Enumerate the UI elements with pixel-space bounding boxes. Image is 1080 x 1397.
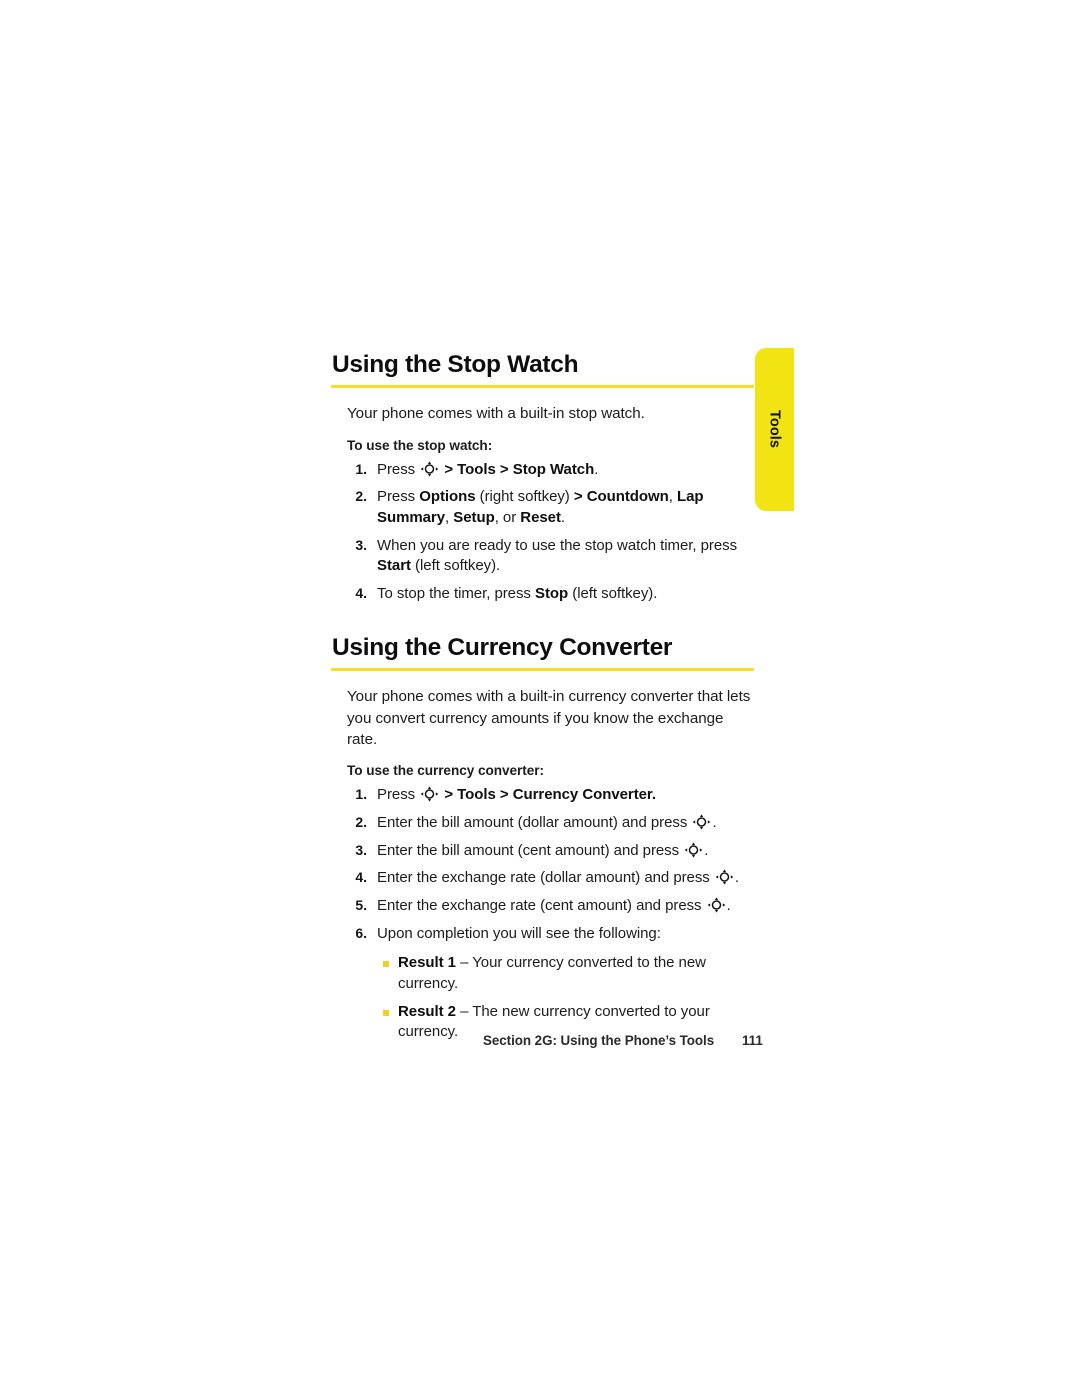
body-text: Press <box>377 786 420 804</box>
section-body: Your phone comes with a built-in currenc… <box>331 671 755 1043</box>
body-text: (left softkey). <box>410 557 501 575</box>
emphasis-text: Stop <box>535 585 569 603</box>
navigation-key-icon <box>715 869 734 885</box>
body-text: (right softkey) <box>475 488 574 506</box>
page-footer: Section 2G: Using the Phone’s Tools 111 <box>483 1033 783 1048</box>
procedure-step-list: 1. Press > Tools > Stop Watch. 2. Press Opt… <box>347 453 755 605</box>
navigation-key-icon <box>684 841 703 858</box>
body-text: When you are ready to use the stop watch… <box>377 536 738 554</box>
section-body: Your phone comes with a built-in stop wa… <box>331 388 755 604</box>
footer-page-number: 111 <box>742 1033 763 1048</box>
navigation-key-icon <box>707 897 726 913</box>
procedure-step: 2. Press Options (right softkey) > Countd… <box>347 487 755 528</box>
body-text: , <box>668 488 677 506</box>
result-bullet-item: Result 1 – Your currency converted to th… <box>377 953 755 994</box>
emphasis-text: Start <box>377 557 411 575</box>
step-number: 1. <box>355 460 367 477</box>
step-number: 6. <box>355 924 367 941</box>
body-text: . <box>560 509 566 527</box>
footer-section-label: Section 2G: Using the Phone’s Tools <box>483 1033 715 1048</box>
emphasis-text: Options <box>419 488 476 506</box>
body-text: , or <box>494 509 521 527</box>
body-text: . <box>726 896 731 914</box>
procedure-step: 5. Enter the exchange rate (cent amount) … <box>347 896 755 917</box>
body-text: Upon completion you will see the followi… <box>377 924 661 942</box>
section-tab-label: Tools <box>766 410 783 449</box>
emphasis-text: > Tools > Stop Watch <box>440 460 595 478</box>
procedure-step: 3. When you are ready to use the stop wat… <box>347 536 755 577</box>
emphasis-text: Reset <box>520 509 561 527</box>
emphasis-text: > Tools > Currency Converter. <box>440 786 657 804</box>
emphasis-text: Result 2 <box>398 1002 456 1020</box>
step-number: 2. <box>355 488 367 505</box>
step-number: 4. <box>355 869 367 886</box>
navigation-key-icon <box>692 814 711 830</box>
section-intro-paragraph: Your phone comes with a built-in stop wa… <box>347 405 645 423</box>
procedure-step: 4. To stop the timer, press Stop (left so… <box>347 584 755 605</box>
body-text: . <box>704 841 709 859</box>
navigation-key-icon <box>420 461 439 477</box>
body-text: . <box>734 869 739 887</box>
procedure-step: 1. Press > Tools > Currency Converter. <box>347 785 755 806</box>
step-number: 1. <box>355 786 367 803</box>
emphasis-text: Setup <box>453 509 495 527</box>
square-bullet-icon <box>383 1009 389 1016</box>
manual-section: Using the Stop Watch Your phone comes wit… <box>331 351 755 605</box>
body-text: Press <box>377 488 420 506</box>
body-text: Enter the bill amount (cent amount) and … <box>377 841 684 859</box>
step-number: 2. <box>355 813 367 830</box>
result-bullet-list: Result 1 – Your currency converted to th… <box>347 944 755 1043</box>
procedure-step: 2. Enter the bill amount (dollar amount) … <box>347 813 755 834</box>
step-number: 4. <box>355 585 367 602</box>
section-heading: Using the Stop Watch <box>332 351 579 378</box>
navigation-key-icon <box>420 786 439 802</box>
procedure-step: 1. Press > Tools > Stop Watch. <box>347 460 755 481</box>
body-text: . <box>712 813 717 831</box>
emphasis-text: Result 1 <box>398 954 456 972</box>
page-content: Using the Stop Watch Your phone comes wit… <box>331 351 755 1043</box>
step-number: 5. <box>355 896 367 913</box>
manual-section: Using the Currency Converter Your phone c… <box>331 605 755 1043</box>
procedure-step: 6. Upon completion you will see the follo… <box>347 924 755 945</box>
body-text: Press <box>377 460 420 478</box>
body-text: (left softkey). <box>568 585 658 603</box>
body-text: Enter the exchange rate (cent amount) an… <box>377 896 706 914</box>
section-thumb-tab: Tools <box>755 348 794 511</box>
emphasis-text: > Countdown <box>573 488 669 506</box>
section-heading: Using the Currency Converter <box>332 633 673 661</box>
section-intro-paragraph: Your phone comes with a built-in currenc… <box>347 688 751 748</box>
step-number: 3. <box>355 841 367 858</box>
procedure-step: 3. Enter the bill amount (cent amount) an… <box>347 841 755 862</box>
body-text: Enter the exchange rate (dollar amount) … <box>377 869 714 887</box>
body-text: To stop the timer, press <box>377 585 535 603</box>
procedure-step-list: 1. Press > Tools > Currency Converter. 2. E… <box>347 778 755 944</box>
step-number: 3. <box>355 536 367 553</box>
procedure-lead-in: To use the currency converter: <box>347 763 544 779</box>
body-text: . <box>594 460 599 478</box>
procedure-step: 4. Enter the exchange rate (dollar amount… <box>347 868 755 889</box>
body-text: Enter the bill amount (dollar amount) an… <box>377 813 692 831</box>
square-bullet-icon <box>383 961 389 968</box>
manual-page: Tools Using the Stop Watch Your phone com… <box>0 0 1080 1397</box>
procedure-lead-in: To use the stop watch: <box>347 437 493 453</box>
